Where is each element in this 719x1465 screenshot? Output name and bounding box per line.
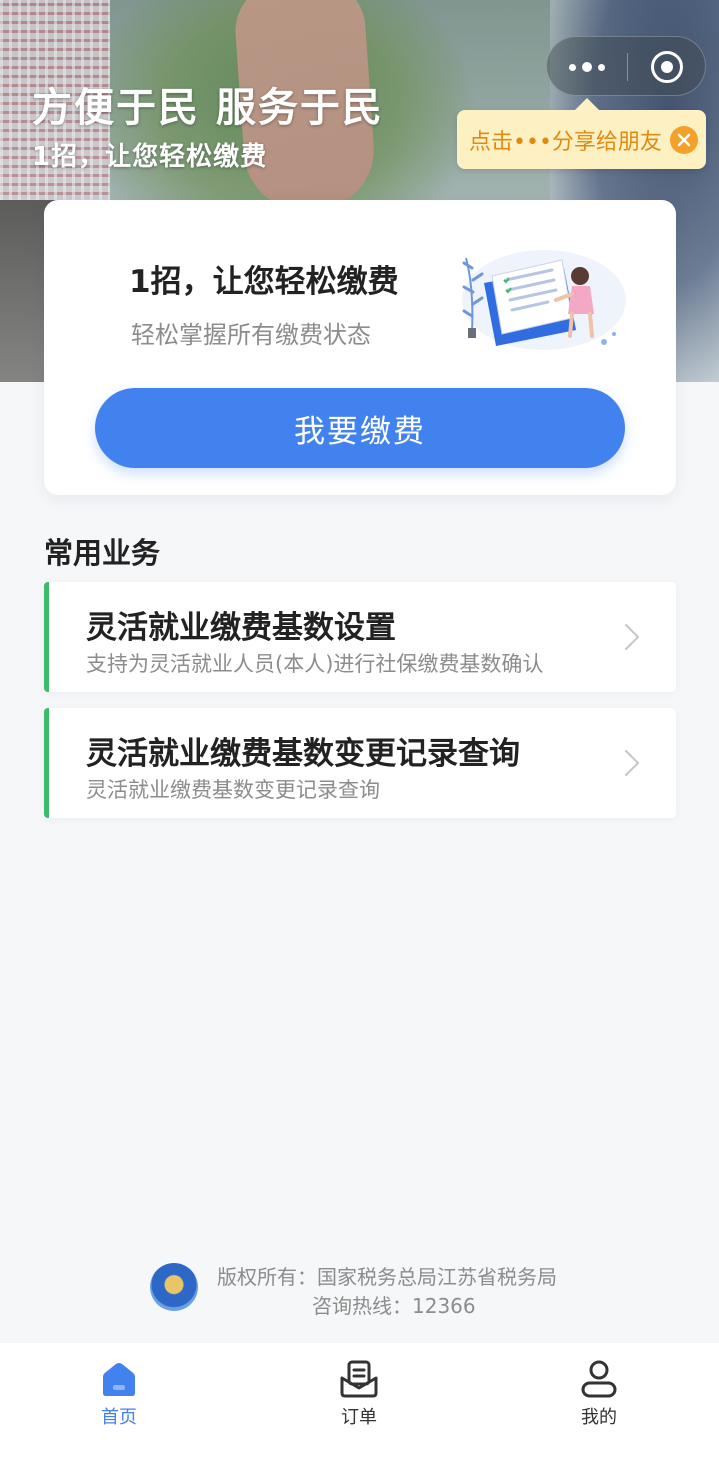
tab-mine[interactable]: 我的 <box>539 1343 659 1443</box>
user-icon <box>581 1360 617 1398</box>
share-tooltip: 点击•••分享给朋友 <box>457 98 706 169</box>
home-icon <box>103 1363 135 1396</box>
app-page: 方便于民 服务于民 1招，让您轻松缴费 点击•••分享给朋友 1招，让您轻松缴费… <box>0 0 719 1465</box>
more-dots-icon[interactable] <box>547 37 627 97</box>
capsule-close-button[interactable] <box>627 37 707 97</box>
tab-home-label: 首页 <box>101 1407 137 1428</box>
card-title: 1招，让您轻松缴费 <box>129 264 399 300</box>
service-item-title: 灵活就业缴费基数设置 <box>86 610 396 646</box>
hero-subtitle: 1招，让您轻松缴费 <box>32 142 268 172</box>
service-item-description: 灵活就业缴费基数变更记录查询 <box>86 778 380 802</box>
section-title-common-services: 常用业务 <box>44 536 161 570</box>
service-item-base-setting[interactable]: 灵活就业缴费基数设置 支持为灵活就业人员(本人)进行社保缴费基数确认 <box>44 582 676 692</box>
footer-copyright: 版权所有：国家税务总局江苏省税务局 <box>217 1265 557 1289</box>
footer-hotline: 咨询热线：12366 <box>312 1294 476 1318</box>
payment-illustration-icon <box>462 250 626 350</box>
chevron-right-icon <box>625 750 639 776</box>
service-item-description: 支持为灵活就业人员(本人)进行社保缴费基数确认 <box>86 652 544 676</box>
order-icon <box>340 1360 378 1398</box>
card-description: 轻松掌握所有缴费状态 <box>131 321 371 349</box>
pay-button[interactable]: 我要缴费 <box>95 388 625 468</box>
tax-bureau-logo <box>150 1263 198 1311</box>
miniprogram-capsule <box>546 36 706 96</box>
hero-title: 方便于民 服务于民 <box>32 85 384 131</box>
tab-home[interactable]: 首页 <box>59 1343 179 1443</box>
tab-mine-label: 我的 <box>581 1407 617 1428</box>
target-circle-icon <box>651 51 683 83</box>
tab-orders-label: 订单 <box>341 1407 377 1428</box>
bottom-tab-bar: 首页 订单 我的 <box>0 1343 719 1465</box>
service-item-change-record[interactable]: 灵活就业缴费基数变更记录查询 灵活就业缴费基数变更记录查询 <box>44 708 676 818</box>
chevron-right-icon <box>625 624 639 650</box>
service-item-title: 灵活就业缴费基数变更记录查询 <box>86 736 520 772</box>
tab-orders[interactable]: 订单 <box>299 1343 419 1443</box>
pay-card: 1招，让您轻松缴费 轻松掌握所有缴费状态 我要缴费 <box>44 200 676 495</box>
close-icon[interactable] <box>670 126 698 154</box>
share-tooltip-text: 点击•••分享给朋友 <box>469 129 662 155</box>
